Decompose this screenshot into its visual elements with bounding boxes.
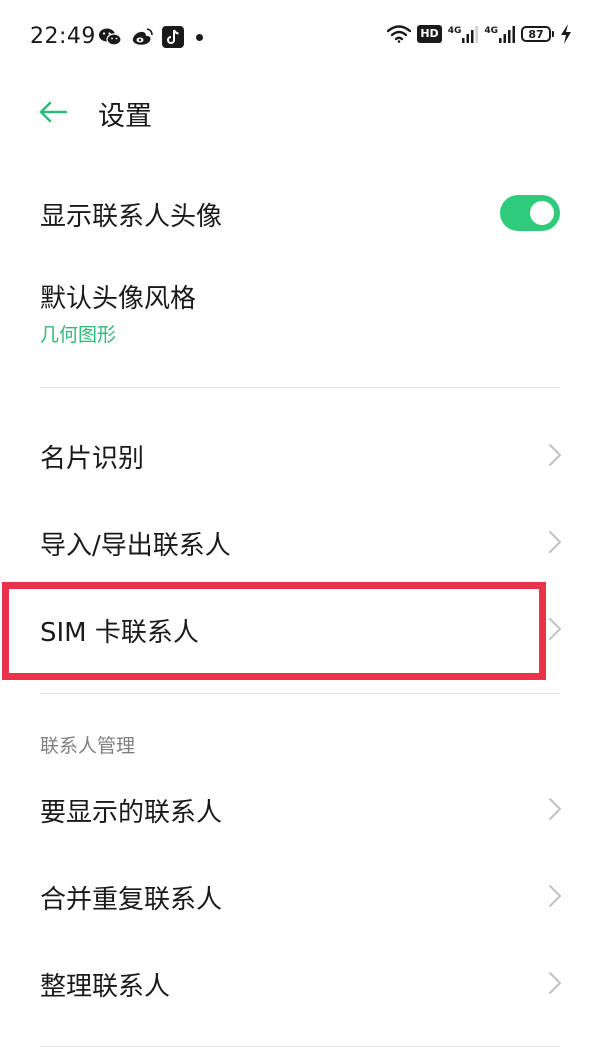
merge-duplicates-row[interactable]: 合并重复联系人 <box>0 853 600 939</box>
top-app-bar: 设置 <box>0 80 600 146</box>
contacts-to-display-row[interactable]: 要显示的联系人 <box>0 766 600 852</box>
contact-management-section-title: 联系人管理 <box>40 735 136 757</box>
show-avatar-toggle[interactable] <box>500 195 560 231</box>
default-avatar-style-value: 几何图形 <box>40 324 117 346</box>
signal-bars-icon <box>499 26 515 43</box>
status-bar: 22:49 HD 4G 4G 87 <box>0 0 600 76</box>
sim2-signal: 4G <box>484 25 515 43</box>
sim-contacts-label: SIM 卡联系人 <box>40 618 199 648</box>
show-avatar-label: 显示联系人头像 <box>40 202 223 232</box>
chevron-right-icon <box>549 972 561 994</box>
chevron-right-icon <box>549 798 561 820</box>
default-avatar-style-row[interactable]: 默认头像风格 几何图形 <box>0 262 600 372</box>
sim1-signal: 4G <box>448 25 479 43</box>
battery-icon: 87 <box>521 26 554 42</box>
sim1-network-label: 4G <box>447 26 462 36</box>
sim-contacts-row[interactable]: SIM 卡联系人 <box>0 586 600 672</box>
import-export-row[interactable]: 导入/导出联系人 <box>0 499 600 585</box>
arrow-left-icon <box>39 101 68 123</box>
default-avatar-style-label: 默认头像风格 <box>40 284 197 314</box>
organize-contacts-row[interactable]: 整理联系人 <box>0 940 600 1026</box>
lightning-icon <box>561 24 571 44</box>
battery-level: 87 <box>521 26 551 42</box>
divider <box>40 387 560 388</box>
more-notifications-dot <box>196 33 203 41</box>
wechat-icon <box>99 28 122 46</box>
organize-contacts-label: 整理联系人 <box>40 972 171 1002</box>
divider <box>40 693 560 694</box>
toggle-knob <box>530 201 554 225</box>
settings-screen: 22:49 HD 4G 4G 87 设置 显示联系人头像 默认头像风格 几何图形… <box>0 0 600 1057</box>
tiktok-icon <box>162 26 184 48</box>
weibo-icon <box>132 28 153 45</box>
chevron-right-icon <box>549 531 561 553</box>
system-icons: HD 4G 4G 87 <box>387 24 572 44</box>
notification-icons <box>98 26 203 48</box>
page-title: 设置 <box>98 101 152 132</box>
merge-duplicates-label: 合并重复联系人 <box>40 885 223 915</box>
chevron-right-icon <box>549 885 561 907</box>
business-card-row[interactable]: 名片识别 <box>0 412 600 498</box>
wifi-icon <box>387 25 412 43</box>
divider <box>40 1046 560 1047</box>
import-export-label: 导入/导出联系人 <box>40 531 231 561</box>
sim2-network-label: 4G <box>484 26 498 36</box>
signal-bars-icon <box>462 26 479 43</box>
show-avatar-row[interactable]: 显示联系人头像 <box>0 170 600 256</box>
chevron-right-icon <box>549 444 561 466</box>
hd-voice-badge: HD <box>417 25 442 43</box>
status-time: 22:49 <box>30 24 96 49</box>
back-button[interactable] <box>28 90 78 134</box>
contacts-to-display-label: 要显示的联系人 <box>40 798 223 828</box>
chevron-right-icon <box>549 618 561 640</box>
business-card-label: 名片识别 <box>40 444 145 474</box>
